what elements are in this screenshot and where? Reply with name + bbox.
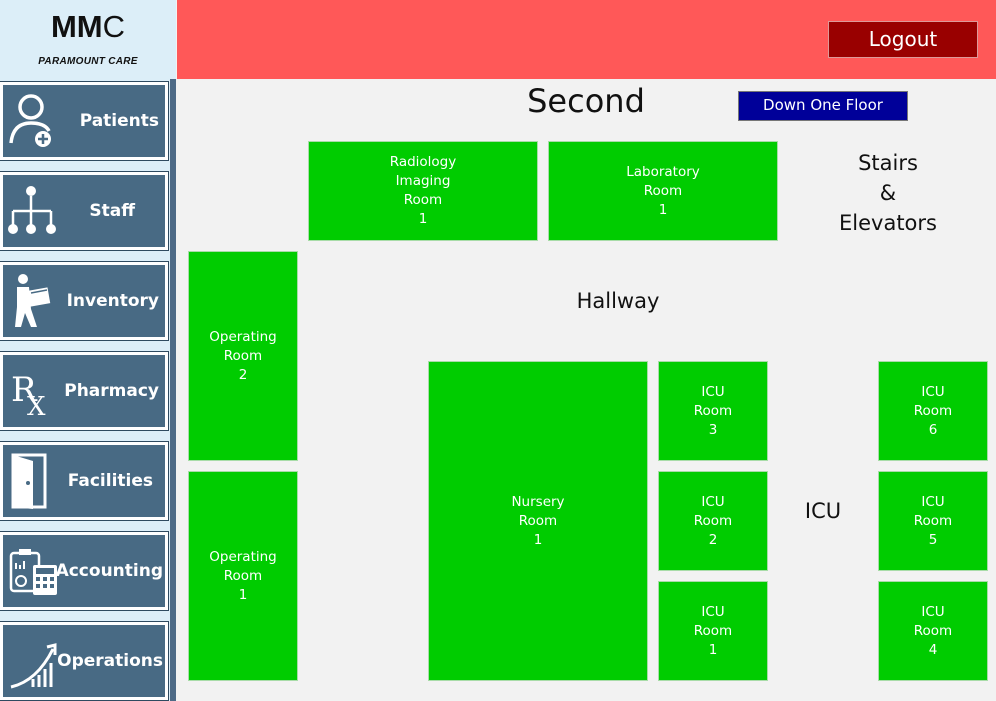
sidebar-item-label: Patients [79,111,159,131]
room-radiology-imaging-1[interactable]: Radiology Imaging Room 1 [308,141,538,241]
sidebar-item-label: Inventory [66,291,159,311]
brand-name: MMC [50,9,126,44]
logout-button[interactable]: Logout [828,21,978,58]
room-label: ICU Room 4 [913,603,953,658]
room-icu-1[interactable]: ICU Room 1 [658,581,768,681]
room-label: Nursery Room 1 [511,493,565,548]
sidebar-item-staff[interactable]: Staff [0,171,169,251]
room-operating-1[interactable]: Operating Room 1 [188,471,298,681]
room-icu-6[interactable]: ICU Room 6 [878,361,988,461]
room-label: ICU Room 6 [913,383,953,438]
sidebar-item-pharmacy[interactable]: R X Pharmacy [0,351,169,431]
stairs-elevators-label: Stairs & Elevators [839,151,937,235]
room-icu-5[interactable]: ICU Room 5 [878,471,988,571]
growth-chart-icon [7,631,63,693]
room-label: Radiology Imaging Room 1 [389,154,457,227]
down-one-floor-button[interactable]: Down One Floor [738,91,908,121]
room-label: ICU Room 5 [913,493,953,548]
app-logo: MMC PARAMOUNT CARE [0,0,176,79]
sidebar-divider [170,79,176,701]
room-label: ICU Room 3 [693,383,733,438]
room-icu-2[interactable]: ICU Room 2 [658,471,768,571]
room-label: Laboratory Room 1 [626,163,700,218]
sidebar-item-label: Staff [89,201,135,221]
sidebar-item-accounting[interactable]: Accounting [0,531,169,611]
sidebar-item-facilities[interactable]: Facilities [0,441,169,521]
sidebar-item-label: Operations [57,651,163,671]
sidebar-item-label: Accounting [55,561,163,581]
hallway-label: Hallway [576,289,660,313]
room-label: ICU Room 2 [693,493,733,548]
room-operating-2[interactable]: Operating Room 2 [188,251,298,461]
door-icon [7,451,63,513]
room-icu-4[interactable]: ICU Room 4 [878,581,988,681]
room-icu-3[interactable]: ICU Room 3 [658,361,768,461]
room-laboratory-1[interactable]: Laboratory Room 1 [548,141,778,241]
patient-icon [7,91,63,153]
rx-icon: R X [7,361,63,423]
floor-title: Second [527,82,645,120]
sidebar-item-label: Facilities [67,471,153,491]
sidebar-item-label: Pharmacy [64,381,159,401]
room-label: ICU Room 1 [693,603,733,658]
room-label: Operating Room 1 [209,548,277,603]
room-label: Operating Room 2 [209,328,277,383]
icu-area-label: ICU [804,499,842,523]
sidebar-item-operations[interactable]: Operations [0,621,169,701]
org-chart-icon [7,181,63,243]
person-carrying-box-icon [7,271,63,333]
room-nursery-1[interactable]: Nursery Room 1 [428,361,648,681]
svg-text:X: X [27,392,46,422]
sidebar-item-patients[interactable]: Patients [0,81,169,161]
sidebar-item-inventory[interactable]: Inventory [0,261,169,341]
brand-tagline: PARAMOUNT CARE [38,56,138,67]
